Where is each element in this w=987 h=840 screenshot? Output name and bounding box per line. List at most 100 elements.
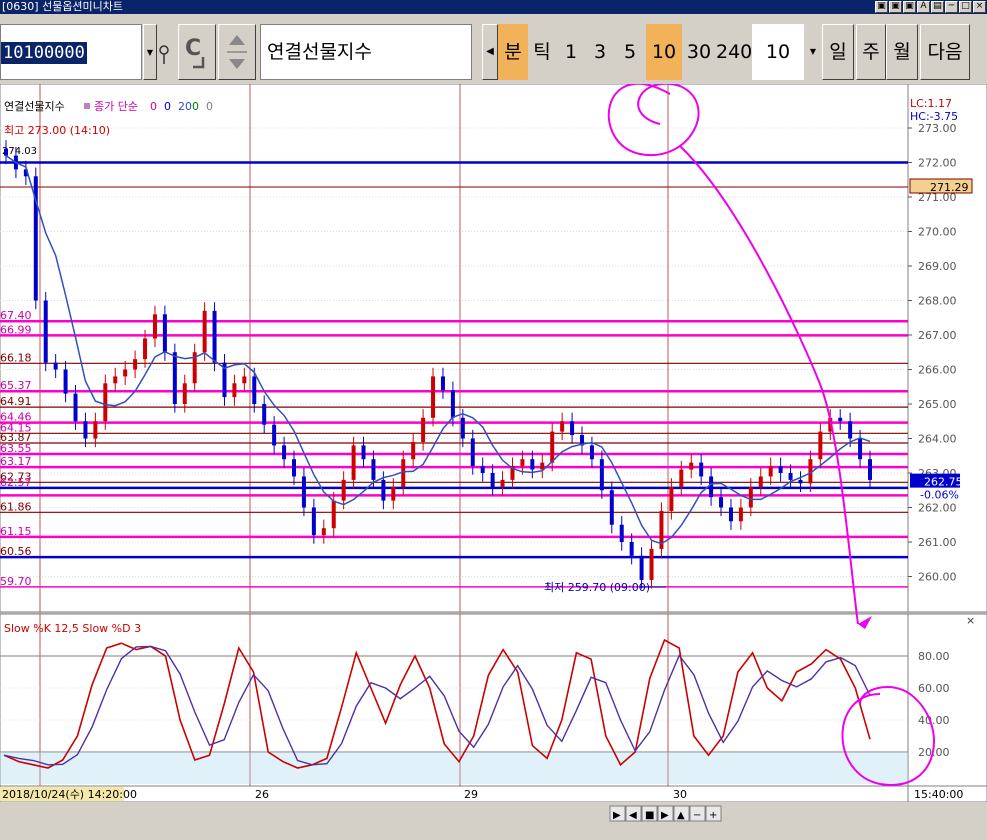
level-label: 67.40 [0, 309, 32, 322]
stoch-tick-label: 40.00 [918, 714, 950, 727]
level-label: 62.57 [0, 476, 32, 489]
candle-body [331, 500, 336, 529]
date-axis-label: 2018/10/24(수) 14:20:00 [2, 788, 137, 801]
stoch-tick-label: 60.00 [918, 682, 950, 695]
candle-body [301, 476, 306, 508]
candle-body [272, 424, 277, 446]
period-240[interactable]: 240 [716, 24, 752, 80]
price-tick-label: 272.00 [918, 157, 957, 170]
candle-body [83, 421, 88, 439]
candle-body [172, 352, 177, 404]
nav-glyph: ▶ [661, 810, 669, 821]
range-button-1[interactable]: 주 [856, 24, 886, 80]
spin-button[interactable] [218, 24, 256, 80]
range-button-0[interactable]: 일 [822, 24, 854, 80]
candle-body [520, 459, 525, 467]
low-label: 최저 259.70 (09:00) [544, 581, 650, 594]
price-tick-label: 273.00 [918, 122, 957, 135]
svg-text:C: C [185, 36, 201, 61]
level-label: 61.86 [0, 500, 32, 513]
candle-body [689, 462, 694, 470]
level-label: 63.17 [0, 455, 32, 468]
stoch-legend: Slow %K 12,5 Slow %D 3 [4, 622, 141, 635]
range-button-2[interactable]: 월 [886, 24, 918, 80]
date-axis-label: 30 [673, 788, 687, 801]
level-label: 65.37 [0, 379, 32, 392]
stoch-corner-marker: × [966, 614, 975, 627]
candle-body [619, 524, 624, 542]
candle-body [858, 438, 863, 460]
period-30[interactable]: 30 [682, 24, 716, 80]
candle-body [460, 417, 465, 439]
period-10[interactable]: 10 [646, 24, 682, 80]
toolbar: 10100000 ▼ C 연결선물지수 ◀ 분 틱 1 3 5 10 30 240 10 ▼ … [0, 14, 987, 84]
window-controls: ▣ ▣ ▣ A ▤ ─ □ × [875, 0, 987, 14]
candle-body [679, 469, 684, 487]
legend-ma-value: 20 [178, 100, 192, 113]
candle-body [43, 300, 48, 363]
price-tick-label: 270.00 [918, 226, 957, 239]
legend-ma-value: 0 [150, 100, 157, 113]
legend-ma-label: 종가 단순 [94, 100, 138, 113]
interval-input[interactable]: 10 [752, 24, 804, 80]
instrument-name: 연결선물지수 [260, 24, 472, 80]
window-button-5[interactable]: ─ [945, 1, 958, 13]
code-dropdown-button[interactable]: ▼ [143, 24, 157, 80]
candle-body [93, 421, 98, 439]
candle-body [530, 459, 535, 470]
window-button-6[interactable]: □ [959, 1, 972, 13]
chart-area[interactable]: 273.00 272.00 271.00 270.00 269.00 268.00 267.… [0, 82, 987, 836]
date-axis-label: 26 [255, 788, 269, 801]
code-input[interactable]: 10100000 [0, 24, 142, 80]
high-label: 최고 273.00 (14:10) [4, 124, 110, 137]
candle-body [113, 376, 118, 384]
window-title: [0630] 선물옵션미니차트 [2, 0, 124, 13]
period-3[interactable]: 3 [586, 24, 614, 80]
candle-body [560, 421, 565, 432]
level-label: 61.15 [0, 525, 32, 538]
candle-body [262, 404, 267, 425]
candle-body [699, 462, 704, 477]
nav-glyph: + [709, 810, 717, 821]
level-label: 66.99 [0, 323, 32, 336]
nav-glyph: ◀ [629, 810, 637, 821]
price-tick-label: 260.00 [918, 571, 957, 584]
candle-body [212, 310, 217, 363]
period-1[interactable]: 1 [556, 24, 586, 80]
search-icon[interactable] [157, 24, 171, 80]
period-분[interactable]: 분 [498, 24, 528, 80]
window-button-0[interactable]: ▣ [875, 1, 888, 13]
period-틱[interactable]: 틱 [528, 24, 556, 80]
window-button-2[interactable]: ▣ [903, 1, 916, 13]
candle-body [719, 497, 724, 508]
level-label: 63.55 [0, 442, 32, 455]
price-tick-label: 265.00 [918, 398, 957, 411]
window-button-3[interactable]: A [917, 1, 930, 13]
chart-settings-button[interactable]: C [178, 24, 216, 80]
legend-swatch [84, 103, 90, 109]
legend-ma-value: 0 [192, 100, 199, 113]
stoch-axis [907, 613, 987, 787]
candle-body [748, 486, 753, 508]
period-scroll-left-button[interactable]: ◀ [482, 24, 498, 80]
candle-body [202, 310, 207, 353]
window-button-4[interactable]: ▤ [931, 1, 944, 13]
marker-price-label: 271.29 [930, 181, 969, 194]
lc-label: LC:1.17 [910, 97, 952, 110]
stoch-tick-label: 80.00 [918, 650, 950, 663]
candle-body [818, 431, 823, 460]
level-label: 59.70 [0, 575, 32, 588]
candle-body [440, 376, 445, 391]
window-button-1[interactable]: ▣ [889, 1, 902, 13]
chart-canvas[interactable]: 273.00272.00271.00270.00269.00268.00267.… [0, 82, 987, 836]
candle-body [470, 438, 475, 467]
candle-body [609, 490, 614, 525]
candle-body [709, 476, 714, 498]
period-5[interactable]: 5 [614, 24, 646, 80]
window-button-7[interactable]: × [973, 1, 986, 13]
candle-body [232, 383, 237, 398]
interval-dropdown-button[interactable]: ▼ [806, 24, 820, 80]
range-button-3[interactable]: 다음 [920, 24, 970, 80]
legend-ma-value: 0 [164, 100, 171, 113]
bottom-strip [0, 802, 987, 836]
